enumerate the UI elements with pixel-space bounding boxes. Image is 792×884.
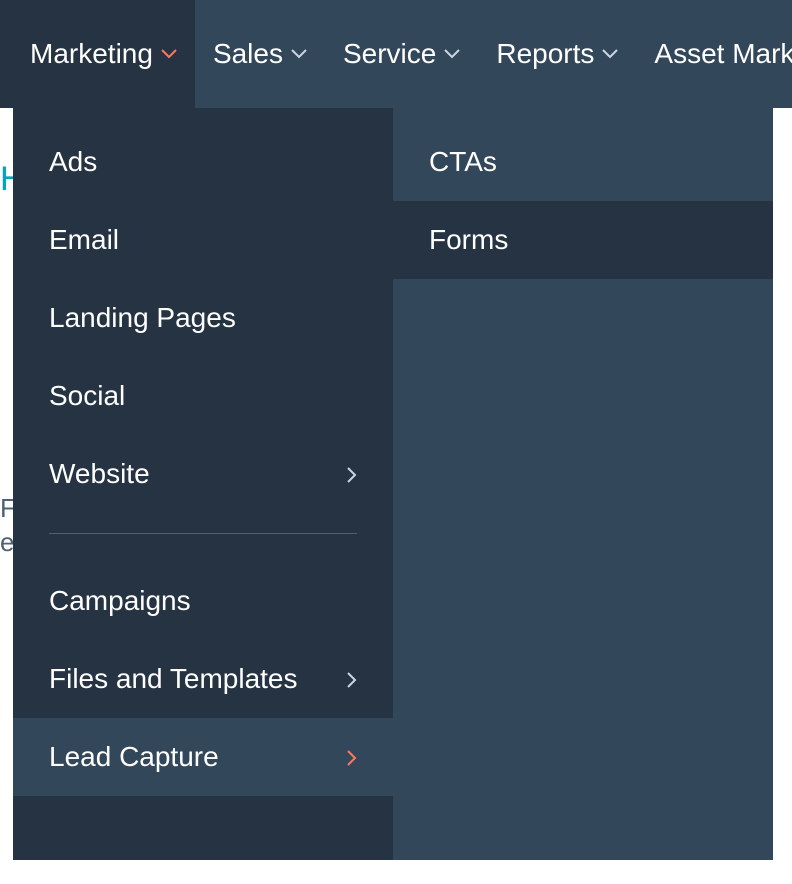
- chevron-down-icon: [602, 49, 618, 59]
- menu-item-lead-capture[interactable]: Lead Capture: [13, 718, 393, 796]
- topnav-marketing-label: Marketing: [30, 38, 153, 70]
- menu-item-ads[interactable]: Ads: [13, 123, 393, 201]
- topnav-sales[interactable]: Sales: [195, 0, 325, 108]
- submenu-item-label: CTAs: [429, 146, 497, 178]
- topnav: Marketing Sales Service Reports Asset Ma…: [0, 0, 792, 108]
- menu-divider: [49, 533, 357, 534]
- marketing-dropdown-submenu-column: CTAs Forms: [393, 108, 773, 860]
- menu-item-label: Campaigns: [49, 585, 191, 617]
- chevron-down-icon: [444, 49, 460, 59]
- topnav-reports-label: Reports: [496, 38, 594, 70]
- chevron-right-icon: [347, 458, 357, 490]
- menu-item-label: Files and Templates: [49, 663, 298, 695]
- menu-item-landing-pages[interactable]: Landing Pages: [13, 279, 393, 357]
- chevron-right-icon: [347, 663, 357, 695]
- menu-item-label: Email: [49, 224, 119, 256]
- chevron-down-icon: [161, 49, 177, 59]
- topnav-asset-marketplace-label: Asset Marketp: [654, 38, 792, 70]
- topnav-service-label: Service: [343, 38, 436, 70]
- menu-item-label: Lead Capture: [49, 741, 219, 773]
- chevron-right-icon: [347, 741, 357, 773]
- menu-item-files-and-templates[interactable]: Files and Templates: [13, 640, 393, 718]
- topnav-sales-label: Sales: [213, 38, 283, 70]
- topnav-reports[interactable]: Reports: [478, 0, 636, 108]
- marketing-dropdown-primary-column: Ads Email Landing Pages Social Website C…: [13, 108, 393, 860]
- submenu-item-forms[interactable]: Forms: [393, 201, 773, 279]
- menu-item-website[interactable]: Website: [13, 435, 393, 513]
- menu-item-label: Ads: [49, 146, 97, 178]
- menu-item-email[interactable]: Email: [13, 201, 393, 279]
- menu-item-campaigns[interactable]: Campaigns: [13, 562, 393, 640]
- topnav-marketing[interactable]: Marketing: [0, 0, 195, 108]
- topnav-asset-marketplace[interactable]: Asset Marketp: [636, 0, 792, 108]
- submenu-item-ctas[interactable]: CTAs: [393, 123, 773, 201]
- topnav-service[interactable]: Service: [325, 0, 478, 108]
- chevron-down-icon: [291, 49, 307, 59]
- menu-item-label: Website: [49, 458, 150, 490]
- menu-item-label: Landing Pages: [49, 302, 236, 334]
- marketing-dropdown: Ads Email Landing Pages Social Website C…: [13, 108, 773, 860]
- menu-item-label: Social: [49, 380, 125, 412]
- menu-item-social[interactable]: Social: [13, 357, 393, 435]
- submenu-item-label: Forms: [429, 224, 508, 256]
